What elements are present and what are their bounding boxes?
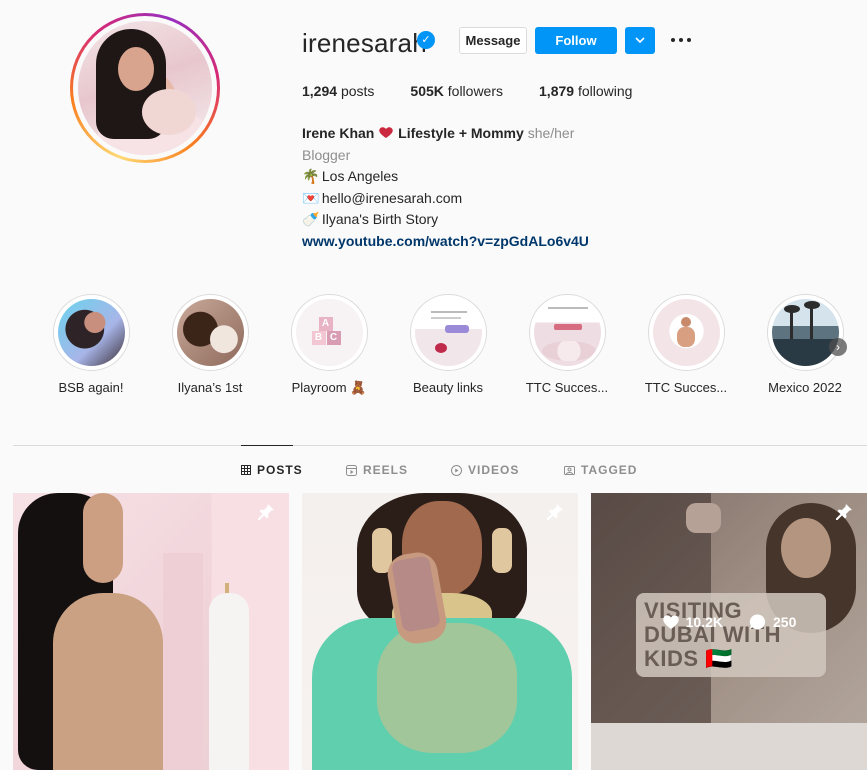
highlight-item[interactable]: Beauty links (393, 294, 503, 395)
highlight-playroom-icon: A B C (295, 299, 363, 366)
post-thumbnail[interactable]: VISITING DUBAI WITH KIDS 🇦🇪 10.2K 250 (591, 493, 867, 770)
heart-filled-icon (662, 615, 679, 629)
highlight-item[interactable]: TTC Succes... (512, 294, 622, 395)
pin-icon (547, 504, 563, 520)
baby-bottle-icon: 🍼 (302, 211, 320, 227)
following-stat[interactable]: 1,879 following (539, 83, 632, 99)
highlight-item[interactable]: TTC Succes... (631, 294, 741, 395)
tag-icon (564, 465, 575, 475)
post-thumbnail[interactable] (13, 493, 289, 770)
comment-icon (749, 614, 766, 630)
profile-username: irenesarah (302, 28, 427, 58)
more-dot-icon (687, 38, 691, 42)
followers-stat[interactable]: 505K followers (410, 83, 503, 99)
bio-link[interactable]: www.youtube.com/watch?v=zpGdALo6v4U (302, 231, 589, 253)
verified-icon: ✓ (417, 31, 435, 49)
highlight-bsb-icon (57, 299, 125, 366)
bio-category: Blogger (302, 146, 351, 163)
bio-tagline: Lifestyle + Mommy (398, 125, 524, 141)
bio-name-line: Irene Khan Lifestyle + Mommy she/her (302, 123, 589, 145)
suggested-accounts-button[interactable] (625, 27, 655, 54)
follow-button[interactable]: Follow (535, 27, 617, 54)
highlight-beauty-icon (414, 299, 482, 366)
profile-stats: 1,294 posts 505K followers 1,879 followi… (302, 83, 668, 99)
pin-icon (836, 504, 852, 520)
active-tab-indicator (241, 445, 293, 446)
avatar-gap (73, 16, 217, 160)
tab-posts[interactable]: POSTS (241, 463, 303, 477)
post-overlay-title: VISITING DUBAI WITH KIDS 🇦🇪 (636, 593, 826, 677)
highlight-ttc1-icon (533, 299, 601, 366)
post-thumbnail[interactable] (302, 493, 578, 770)
bio-location: Los Angeles (321, 168, 399, 184)
post-engagement-stats: 10.2K 250 (591, 613, 867, 631)
love-letter-icon: 💌 (302, 189, 320, 206)
highlight-item[interactable]: BSB again! (36, 294, 146, 395)
message-button[interactable]: Message (459, 27, 527, 54)
bio-story-line: 🍼 Ilyana's Birth Story (302, 209, 589, 231)
reels-icon (346, 464, 357, 476)
highlight-item[interactable]: A B C Playroom 🧸 (274, 294, 384, 396)
more-dot-icon (679, 38, 683, 42)
bio-pronouns: she/her (527, 125, 575, 141)
profile-bio: Irene Khan Lifestyle + Mommy she/her Blo… (302, 123, 589, 252)
video-icon (451, 464, 462, 476)
tab-videos[interactable]: VIDEOS (451, 463, 519, 477)
pin-icon (258, 504, 274, 520)
more-options-button[interactable] (670, 30, 694, 50)
highlight-item[interactable]: Ilyana’s 1st (155, 294, 265, 395)
grid-icon (241, 465, 251, 475)
palm-tree-icon: 🌴 (302, 168, 320, 184)
bio-location-line: 🌴 Los Angeles (302, 166, 589, 188)
bio-story: Ilyana's Birth Story (321, 211, 439, 227)
avatar-image (78, 21, 212, 155)
likes-count: 10.2K (662, 613, 723, 631)
bio-full-name: Irene Khan (302, 125, 375, 141)
more-dot-icon (671, 38, 675, 42)
highlight-mexico-icon (771, 299, 839, 366)
highlight-ilyana-icon (176, 299, 244, 366)
tab-reels[interactable]: REELS (346, 463, 408, 477)
bio-email: hello@irenesarah.com (321, 189, 463, 206)
posts-stat: 1,294 posts (302, 83, 375, 99)
comments-count: 250 (749, 613, 796, 631)
bio-email-line: 💌 hello@irenesarah.com (302, 188, 589, 210)
heart-icon (379, 127, 393, 138)
section-divider (13, 445, 867, 446)
tab-tagged[interactable]: TAGGED (564, 463, 637, 477)
highlights-next-button[interactable]: › (829, 338, 847, 356)
highlight-ttc2-icon (652, 299, 720, 366)
profile-avatar[interactable] (70, 13, 220, 163)
chevron-down-icon (635, 37, 645, 44)
